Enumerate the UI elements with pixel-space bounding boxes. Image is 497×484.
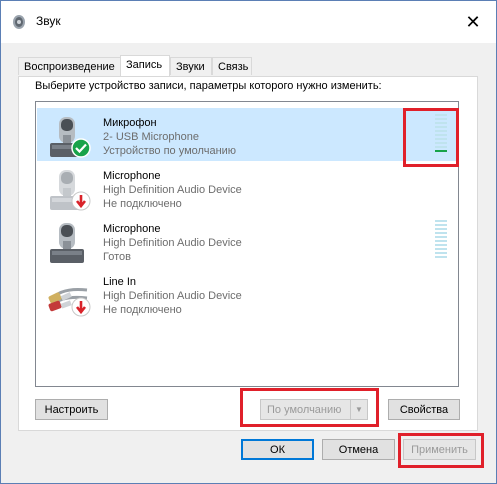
down-arrow-icon: [71, 297, 91, 317]
set-default-label: По умолчанию: [267, 403, 342, 416]
device-status: Не подключено: [103, 304, 182, 316]
configure-button[interactable]: Настроить: [35, 399, 108, 420]
speaker-icon: [13, 15, 25, 29]
device-list[interactable]: Микрофон 2- USB Microphone Устройство по…: [35, 101, 459, 387]
down-arrow-icon: [71, 191, 91, 211]
level-segment: [435, 228, 447, 230]
device-status: Устройство по умолчанию: [103, 145, 237, 157]
device-description: High Definition Audio Device: [103, 184, 242, 196]
window-title: Звук: [36, 14, 61, 28]
level-segment: [435, 252, 447, 254]
level-segment: [435, 142, 447, 144]
device-name: Микрофон: [103, 117, 157, 129]
close-button[interactable]: ✕: [450, 1, 496, 43]
close-icon: ✕: [465, 11, 481, 32]
chevron-down-icon[interactable]: ▼: [350, 400, 367, 419]
level-segment: [435, 126, 447, 128]
device-name: Line In: [103, 276, 137, 288]
device-item-usb-microphone[interactable]: Микрофон 2- USB Microphone Устройство по…: [37, 108, 457, 161]
device-description: 2- USB Microphone: [103, 131, 199, 143]
level-segment: [435, 220, 447, 222]
tab-sounds[interactable]: Звуки: [170, 57, 212, 75]
device-item-line-in[interactable]: Line In High Definition Audio Device Не …: [37, 267, 457, 320]
device-description: High Definition Audio Device: [103, 290, 242, 302]
level-segment: [435, 244, 447, 246]
properties-button[interactable]: Свойства: [388, 399, 460, 420]
device-status: Готов: [103, 251, 131, 263]
sound-dialog: Звук ✕ Воспроизведение Запись Звуки Связ…: [0, 0, 497, 484]
microphone-icon: [50, 223, 84, 263]
check-icon: [71, 138, 91, 158]
device-item-microphone-ready[interactable]: Microphone High Definition Audio Device …: [37, 214, 457, 267]
level-segment: [435, 122, 447, 124]
cancel-button[interactable]: Отмена: [322, 439, 395, 460]
level-segment-active: [435, 150, 447, 152]
level-segment: [435, 118, 447, 120]
level-segment: [435, 232, 447, 234]
apply-button[interactable]: Применить: [403, 439, 476, 460]
set-default-split-button[interactable]: По умолчанию ▼: [260, 399, 368, 420]
tab-communications[interactable]: Связь: [212, 57, 252, 75]
device-status: Не подключено: [103, 198, 182, 210]
device-name: Microphone: [103, 223, 161, 235]
tab-playback[interactable]: Воспроизведение: [18, 57, 121, 75]
recording-tab-panel: Выберите устройство записи, параметры ко…: [18, 76, 478, 431]
device-name: Microphone: [103, 170, 161, 182]
level-segment: [435, 114, 447, 116]
level-segment: [435, 240, 447, 242]
ok-button[interactable]: ОК: [241, 439, 314, 460]
level-segment: [435, 130, 447, 132]
level-segment: [435, 146, 447, 148]
level-segment: [435, 236, 447, 238]
device-description: High Definition Audio Device: [103, 237, 242, 249]
level-meter: [435, 220, 447, 260]
device-item-microphone-hd[interactable]: Microphone High Definition Audio Device …: [37, 161, 457, 214]
level-meter: [435, 114, 447, 154]
level-segment: [435, 256, 447, 258]
title-bar[interactable]: Звук ✕: [1, 1, 496, 43]
instruction-text: Выберите устройство записи, параметры ко…: [35, 80, 382, 92]
level-segment: [435, 224, 447, 226]
level-segment: [435, 134, 447, 136]
level-segment: [435, 138, 447, 140]
tab-recording[interactable]: Запись: [120, 55, 170, 76]
level-segment: [435, 248, 447, 250]
